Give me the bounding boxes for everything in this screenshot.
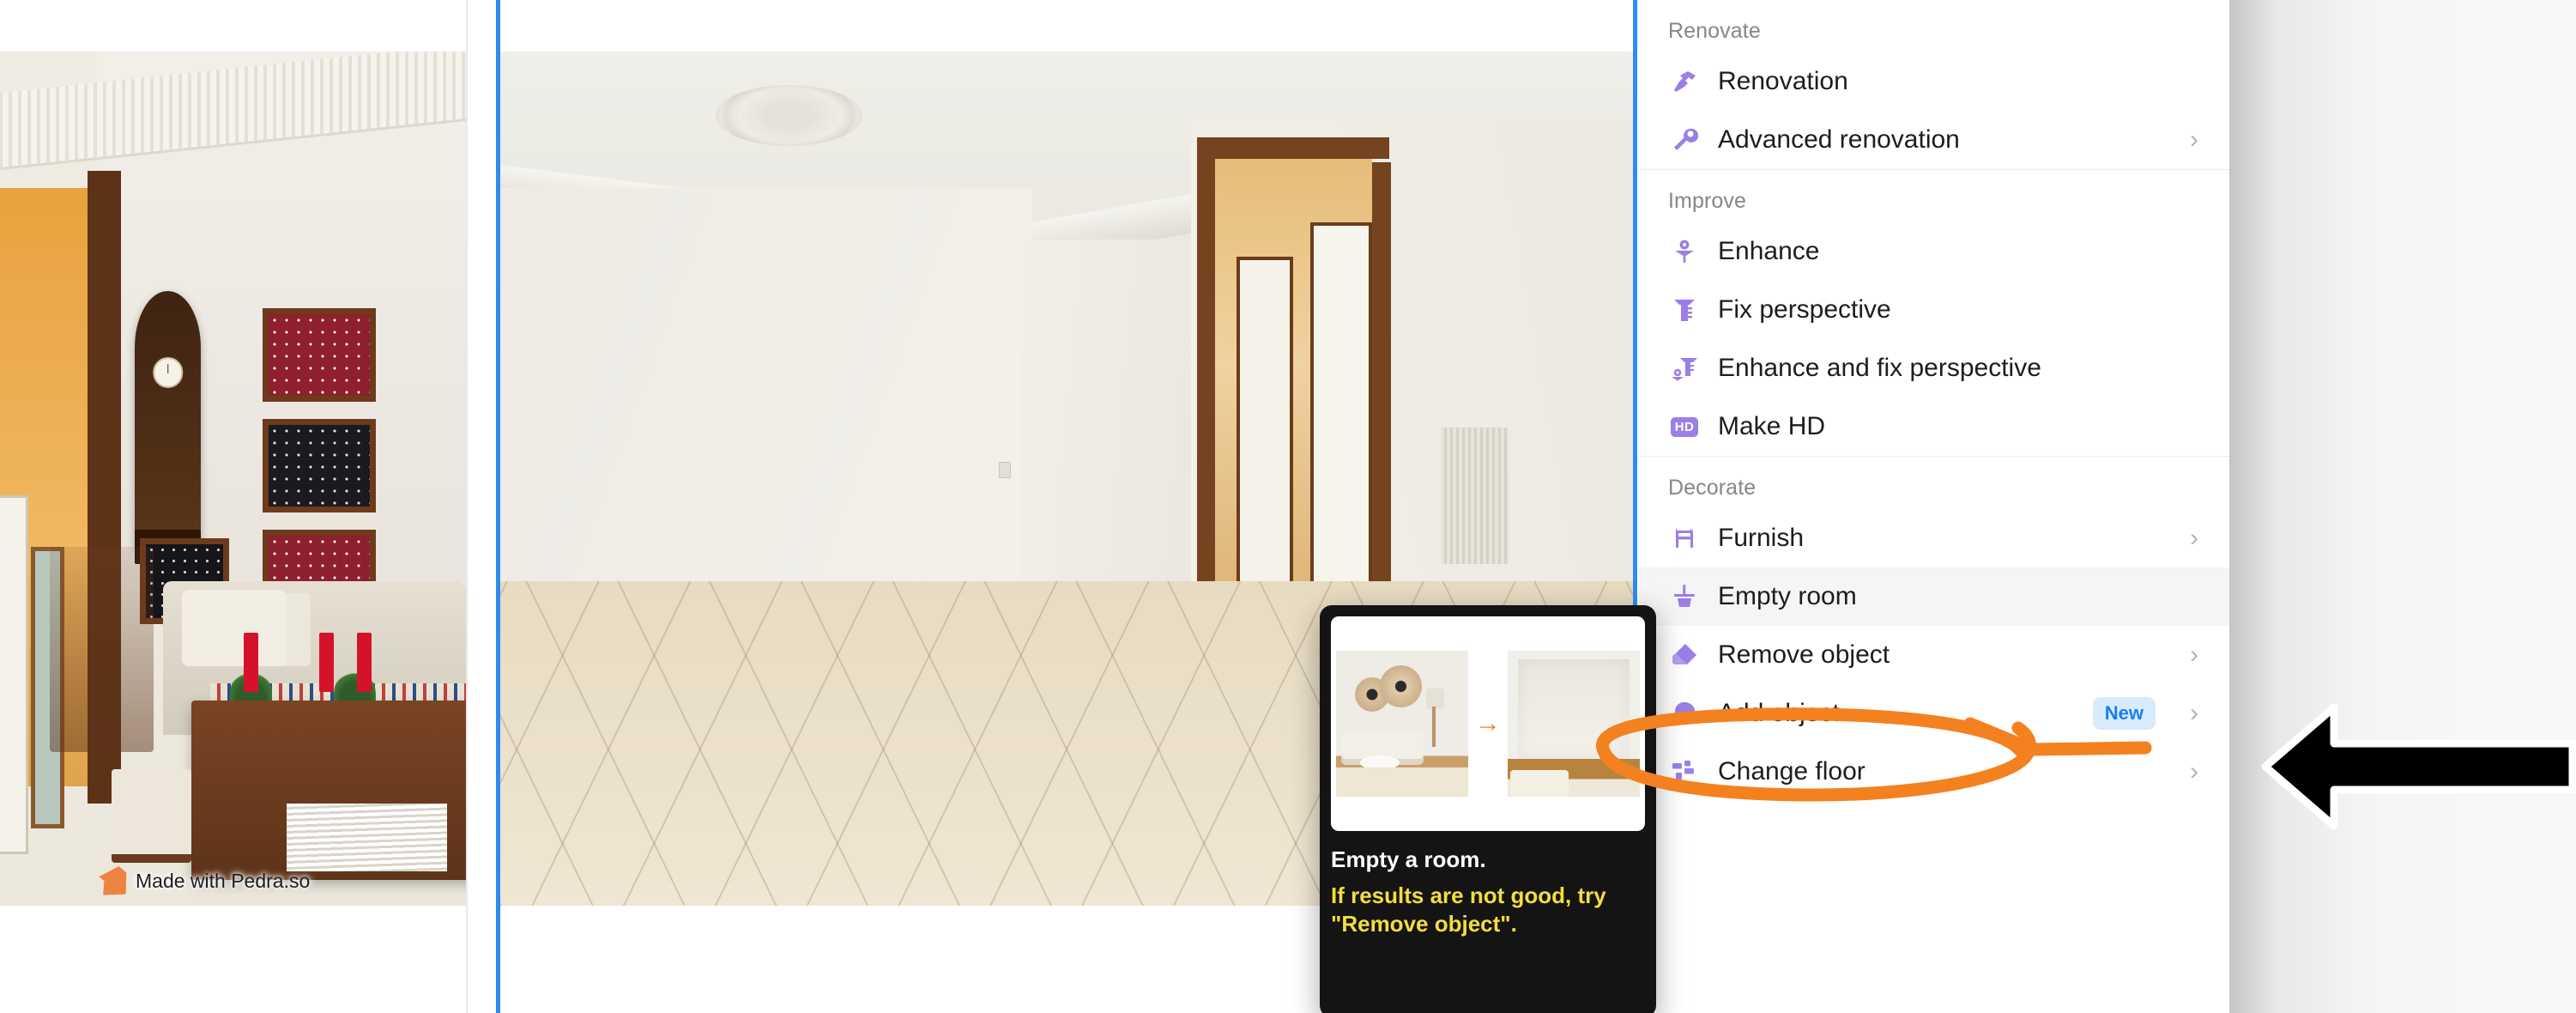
chevron-right-icon: › <box>2190 524 2198 552</box>
menu-item-label: Advanced renovation <box>1718 125 1960 154</box>
pedra-logo-icon <box>99 866 127 895</box>
section-title: Improve <box>1668 189 1747 213</box>
menu-item-label: Change floor <box>1718 757 1865 786</box>
menu-item-empty-room[interactable]: Empty room› <box>1639 567 2229 626</box>
menu-item-label: Enhance and fix perspective <box>1718 354 2041 382</box>
menu-item-label: Make HD <box>1718 412 1826 440</box>
original-room-photo: Made with Pedra.so <box>0 52 466 906</box>
tooltip-thumbnail: → <box>1331 616 1645 831</box>
hd-badge-icon: HD <box>1670 412 1699 441</box>
menu-item-make-hd[interactable]: HDMake HD› <box>1639 397 2229 456</box>
menu-item-change-floor[interactable]: Change floor › <box>1639 743 2229 801</box>
tools-menu-panel: RenovateRenovation›Advanced renovation›I… <box>1639 0 2229 1013</box>
menu-item-label: Enhance <box>1718 237 1820 265</box>
menu-item-label: Add object <box>1718 699 1840 727</box>
menu-section-improve: ImproveEnhance›Fix perspective›Enhance a… <box>1639 169 2229 456</box>
eraser-icon <box>1670 640 1699 670</box>
menu-item-label: Renovation <box>1718 67 1848 95</box>
left-image-pane[interactable]: Made with Pedra.so <box>0 0 468 1013</box>
menu-item-label: Fix perspective <box>1718 295 1891 324</box>
chevron-right-icon: › <box>2190 699 2198 727</box>
menu-item-remove-object[interactable]: Remove object › <box>1639 626 2229 684</box>
arrow-right-icon: → <box>1475 709 1501 737</box>
after-thumbnail <box>1508 651 1640 797</box>
watermark-label: Made with Pedra.so <box>136 869 311 892</box>
flower-ruler-icon <box>1670 354 1699 383</box>
chevron-right-icon: › <box>2190 757 2198 786</box>
flower-icon <box>1670 237 1699 266</box>
menu-item-label: Remove object <box>1718 640 1890 669</box>
section-title: Renovate <box>1668 19 1761 43</box>
menu-section-renovate: Renovate Renovation› Advanced renovation › <box>1639 0 2229 169</box>
chevron-right-icon: › <box>2190 640 2198 669</box>
tiles-icon <box>1670 757 1699 786</box>
menu-item-add-object[interactable]: Add object New › <box>1639 684 2229 743</box>
chair-icon <box>1670 524 1699 553</box>
ruler-icon <box>1670 295 1699 325</box>
menu-item-fix-perspective[interactable]: Fix perspective› <box>1639 281 2229 339</box>
menu-item-enhance-and-fix-perspective[interactable]: Enhance and fix perspective› <box>1639 339 2229 397</box>
tooltip-note: If results are not good, try "Remove obj… <box>1331 883 1606 937</box>
menu-item-renovation[interactable]: Renovation› <box>1639 52 2229 111</box>
menu-item-label: Empty room <box>1718 582 1857 610</box>
wrench-icon <box>1670 125 1699 155</box>
new-badge: New <box>2092 697 2156 730</box>
before-thumbnail <box>1336 651 1468 797</box>
pedra-editor-window: Made with Pedra.so → Empty a room. If re… <box>0 0 2576 1013</box>
menu-section-decorate: DecorateFurnish›Empty room›Remove object… <box>1639 456 2229 801</box>
menu-item-label: Furnish <box>1718 524 1805 552</box>
section-title: Decorate <box>1668 476 1757 500</box>
broom-icon <box>1670 582 1699 611</box>
panel-backdrop <box>2229 0 2576 1013</box>
hammer-icon <box>1670 67 1699 96</box>
blob-icon <box>1670 699 1699 728</box>
chevron-right-icon: › <box>2190 125 2198 154</box>
menu-item-enhance[interactable]: Enhance› <box>1639 222 2229 281</box>
menu-item-furnish[interactable]: Furnish › <box>1639 509 2229 567</box>
menu-item-advanced-renovation[interactable]: Advanced renovation › <box>1639 111 2229 169</box>
watermark: Made with Pedra.so <box>98 866 310 895</box>
feature-tooltip: → Empty a room. If results are not good,… <box>1320 605 1656 1013</box>
tooltip-title: Empty a room. <box>1331 846 1486 872</box>
